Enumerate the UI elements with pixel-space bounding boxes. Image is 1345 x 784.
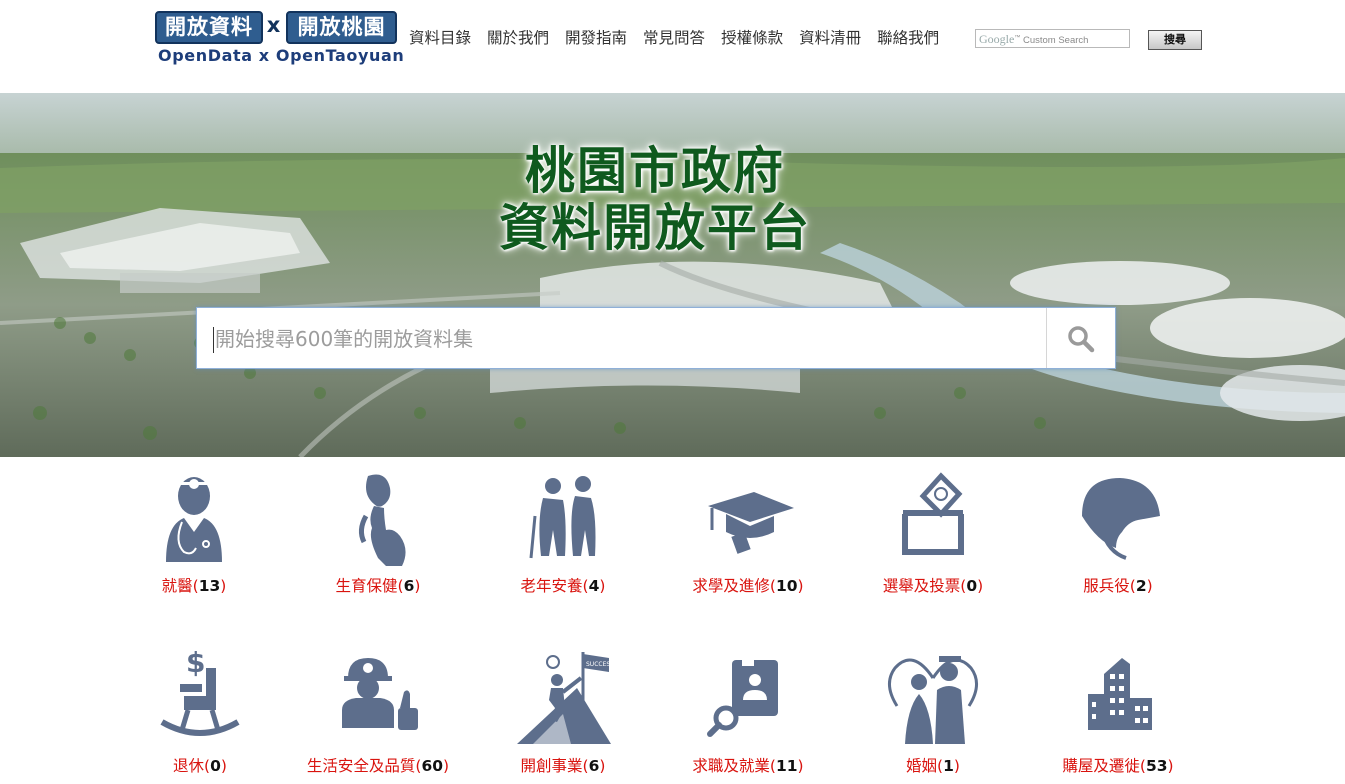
site-header: 開放資料 x 開放桃園 OpenData x OpenTaoyuan 資料目錄 …	[0, 0, 1345, 93]
category-housing[interactable]: 購屋及遷徙(53)	[1023, 648, 1213, 778]
nav-dev-guide[interactable]: 開發指南	[565, 27, 627, 49]
svg-text:$: $	[186, 648, 205, 679]
banner-title-line2: 資料開放平台	[499, 199, 811, 257]
couple-heart-icon	[888, 656, 978, 744]
google-search-input[interactable]: Google™ Custom Search	[975, 29, 1130, 48]
nav-faq[interactable]: 常見問答	[643, 27, 705, 49]
nav-contact[interactable]: 聯絡我們	[877, 27, 939, 49]
google-search-placeholder: Custom Search	[1022, 35, 1089, 47]
nav-data-inventory[interactable]: 資料清冊	[799, 27, 861, 49]
category-label: 退休(0)	[173, 757, 227, 775]
logo-x: x	[266, 13, 282, 37]
category-education[interactable]: 求學及進修(10)	[653, 470, 843, 600]
google-brand: Google	[979, 32, 1015, 47]
job-search-icon	[707, 658, 778, 737]
success-climber-icon: SUCCESS	[517, 652, 613, 744]
logo-subtitle: OpenData x OpenTaoyuan	[158, 46, 405, 65]
google-search-button[interactable]: 搜尋	[1148, 30, 1202, 50]
military-helmet-icon	[1082, 478, 1160, 560]
category-medical[interactable]: 就醫(13)	[99, 470, 289, 600]
search-icon	[1068, 326, 1095, 353]
category-label: 選舉及投票(0)	[882, 577, 984, 595]
category-marriage[interactable]: 婚姻(1)	[838, 648, 1028, 778]
text-cursor	[213, 327, 214, 353]
main-nav: 資料目錄 關於我們 開發指南 常見問答 授權條款 資料清冊 聯絡我們	[409, 27, 955, 49]
category-election[interactable]: 選舉及投票(0)	[838, 470, 1028, 600]
graduation-icon	[708, 492, 794, 554]
category-label: 服兵役(2)	[1083, 577, 1153, 595]
buildings-icon	[1088, 658, 1152, 730]
category-maternity[interactable]: 生育保健(6)	[283, 470, 473, 600]
dataset-search-input[interactable]: 開始搜尋600筆的開放資料集	[215, 308, 473, 370]
category-label: 婚姻(1)	[906, 757, 960, 775]
category-elderly-care[interactable]: 老年安養(4)	[468, 470, 658, 600]
elderly-couple-icon	[529, 476, 596, 559]
svg-text:SUCCESS: SUCCESS	[586, 661, 613, 668]
category-label: 老年安養(4)	[520, 577, 606, 595]
category-label: 求職及就業(11)	[692, 757, 804, 775]
nav-about[interactable]: 關於我們	[487, 27, 549, 49]
nav-license[interactable]: 授權條款	[721, 27, 783, 49]
rocking-chair-icon: $	[160, 648, 240, 736]
banner-title-line1: 桃園市政府	[525, 142, 785, 200]
category-label: 生活安全及品質(60)	[306, 757, 450, 775]
dataset-search-button[interactable]	[1046, 308, 1115, 368]
logo-left-text: 開放資料	[155, 11, 263, 44]
category-retirement[interactable]: $ 退休(0)	[105, 648, 295, 778]
category-military-service[interactable]: 服兵役(2)	[1023, 470, 1213, 600]
site-logo[interactable]: 開放資料 x 開放桃園 OpenData x OpenTaoyuan	[155, 11, 404, 69]
category-label: 就醫(13)	[161, 577, 227, 595]
pregnant-woman-icon	[358, 474, 406, 566]
nav-catalog[interactable]: 資料目錄	[409, 27, 471, 49]
category-employment[interactable]: 求職及就業(11)	[653, 648, 843, 778]
doctor-icon	[166, 477, 222, 562]
category-label: 生育保健(6)	[335, 577, 421, 595]
worker-thumbs-up-icon	[342, 658, 418, 730]
hero-banner: 桃園市政府 資料開放平台 開始搜尋600筆的開放資料集	[0, 93, 1345, 457]
category-entrepreneurship[interactable]: SUCCESS 開創事業(6)	[468, 648, 658, 778]
logo-right-text: 開放桃園	[286, 11, 397, 44]
logo-title: 開放資料 x 開放桃園	[155, 11, 397, 44]
category-label: 求學及進修(10)	[692, 577, 804, 595]
category-life-safety[interactable]: 生活安全及品質(60)	[283, 648, 473, 778]
category-label: 購屋及遷徙(53)	[1062, 757, 1174, 775]
dataset-search-bar: 開始搜尋600筆的開放資料集	[196, 307, 1116, 369]
category-label: 開創事業(6)	[520, 757, 606, 775]
ballot-box-icon	[902, 472, 964, 555]
